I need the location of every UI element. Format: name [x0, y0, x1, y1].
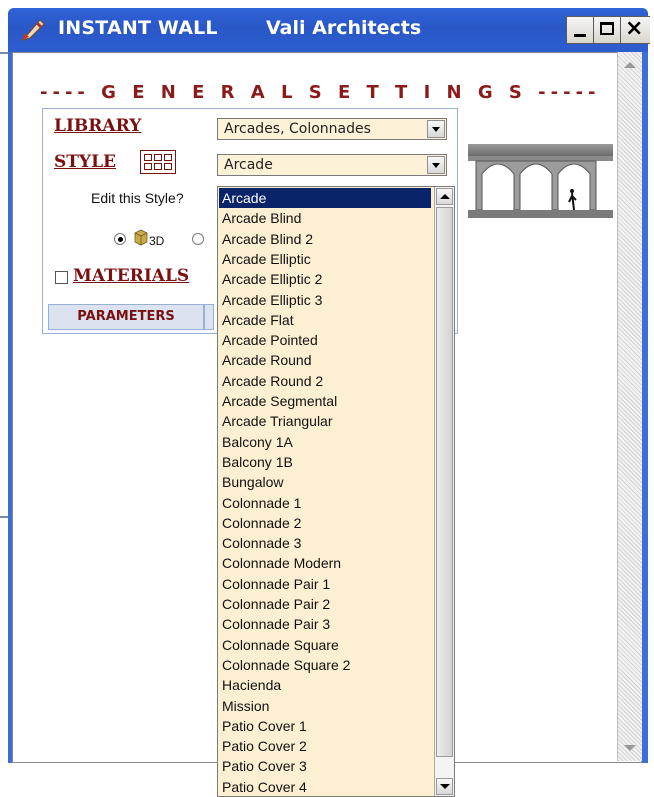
dropdown-option[interactable]: Arcade Round 2: [219, 371, 431, 391]
dropdown-option[interactable]: Arcade Elliptic 2: [219, 269, 431, 289]
materials-label[interactable]: MATERIALS: [73, 266, 189, 286]
style-preview-image: [468, 144, 613, 218]
library-label[interactable]: LIBRARY: [54, 116, 141, 136]
radio-3d[interactable]: [114, 233, 126, 245]
dropdown-option[interactable]: Patio Cover 1: [219, 716, 431, 736]
dropdown-option[interactable]: Arcade Elliptic 3: [219, 290, 431, 310]
materials-checkbox[interactable]: [55, 271, 68, 284]
pencil-brush-icon: [20, 19, 45, 41]
dropdown-option[interactable]: Colonnade 1: [219, 493, 431, 513]
library-select[interactable]: Arcades, Colonnades: [217, 118, 447, 140]
maximize-button[interactable]: [593, 16, 621, 44]
dropdown-option[interactable]: Colonnade 2: [219, 513, 431, 533]
minimize-button[interactable]: [566, 16, 594, 44]
close-icon: ×: [625, 16, 644, 41]
label-3d: 3D: [149, 234, 165, 248]
dropdown-option[interactable]: Colonnade 3: [219, 533, 431, 553]
dropdown-option[interactable]: Arcade Blind: [219, 208, 431, 228]
dropdown-option[interactable]: Arcade Blind 2: [219, 229, 431, 249]
dropdown-option[interactable]: Arcade Triangular: [219, 411, 431, 431]
dropdown-scrollbar[interactable]: [434, 187, 454, 796]
desktop-strip: [0, 0, 8, 786]
dropdown-option[interactable]: Mission: [219, 696, 431, 716]
dropdown-option[interactable]: Arcade Flat: [219, 310, 431, 330]
dropdown-option[interactable]: Patio Cover 3: [219, 756, 431, 776]
dropdown-option[interactable]: Balcony 1B: [219, 452, 431, 472]
dropdown-option[interactable]: Arcade Segmental: [219, 391, 431, 411]
dropdown-option[interactable]: Colonnade Pair 2: [219, 594, 431, 614]
scroll-up-icon[interactable]: [624, 62, 636, 68]
style-select[interactable]: Arcade: [217, 154, 447, 176]
window-scrollbar[interactable]: [617, 52, 642, 761]
dropdown-option[interactable]: Patio Cover 2: [219, 736, 431, 756]
dropdown-option[interactable]: Bungalow: [219, 472, 431, 492]
radio-2d[interactable]: [192, 233, 204, 245]
tab-parameters[interactable]: PARAMETERS: [48, 304, 204, 330]
dropdown-option[interactable]: Arcade Pointed: [219, 330, 431, 350]
scroll-down-icon[interactable]: [436, 778, 453, 795]
dropdown-option[interactable]: Arcade: [219, 188, 431, 208]
dropdown-option[interactable]: Arcade Round: [219, 350, 431, 370]
cube-3d-icon: [134, 229, 148, 246]
style-grid-button[interactable]: [140, 150, 176, 174]
dropdown-option[interactable]: Patio Cover 4: [219, 777, 431, 796]
library-select-value: Arcades, Colonnades: [224, 121, 371, 137]
style-select-value: Arcade: [224, 157, 273, 173]
dropdown-option[interactable]: Colonnade Pair 1: [219, 574, 431, 594]
dropdown-scroll-thumb[interactable]: [436, 207, 453, 757]
edit-style-label: Edit this Style?: [91, 190, 184, 206]
maximize-icon: [600, 22, 614, 35]
minimize-icon: [574, 34, 586, 37]
general-settings-header: ---- G E N E R A L S E T T I N G S -----: [40, 82, 601, 103]
tab-next[interactable]: [204, 304, 214, 330]
desktop-mark: [0, 52, 8, 54]
dropdown-option[interactable]: Arcade Elliptic: [219, 249, 431, 269]
dropdown-option[interactable]: Balcony 1A: [219, 432, 431, 452]
scroll-up-icon[interactable]: [436, 188, 453, 205]
title-bar[interactable]: INSTANT WALL Vali Architects ×: [8, 8, 650, 52]
dropdown-option[interactable]: Colonnade Square: [219, 635, 431, 655]
chevron-down-icon[interactable]: [427, 156, 445, 174]
dropdown-option[interactable]: Colonnade Pair 3: [219, 614, 431, 634]
scroll-down-icon[interactable]: [624, 745, 636, 751]
dropdown-option[interactable]: Colonnade Modern: [219, 553, 431, 573]
company-title: Vali Architects: [266, 17, 422, 39]
instant-wall-window: INSTANT WALL Vali Architects × ---- G E …: [8, 8, 650, 797]
dropdown-option[interactable]: Colonnade Square 2: [219, 655, 431, 675]
dropdown-option[interactable]: Hacienda: [219, 675, 431, 695]
client-area: ---- G E N E R A L S E T T I N G S -----…: [12, 52, 642, 797]
close-button[interactable]: ×: [620, 16, 650, 44]
chevron-down-icon[interactable]: [427, 120, 445, 138]
style-dropdown-list[interactable]: Arcade Arcade Blind Arcade Blind 2 Arcade E…: [217, 186, 455, 797]
desktop-mark: [0, 516, 8, 518]
app-title: INSTANT WALL: [58, 17, 218, 39]
style-label[interactable]: STYLE: [54, 152, 116, 172]
